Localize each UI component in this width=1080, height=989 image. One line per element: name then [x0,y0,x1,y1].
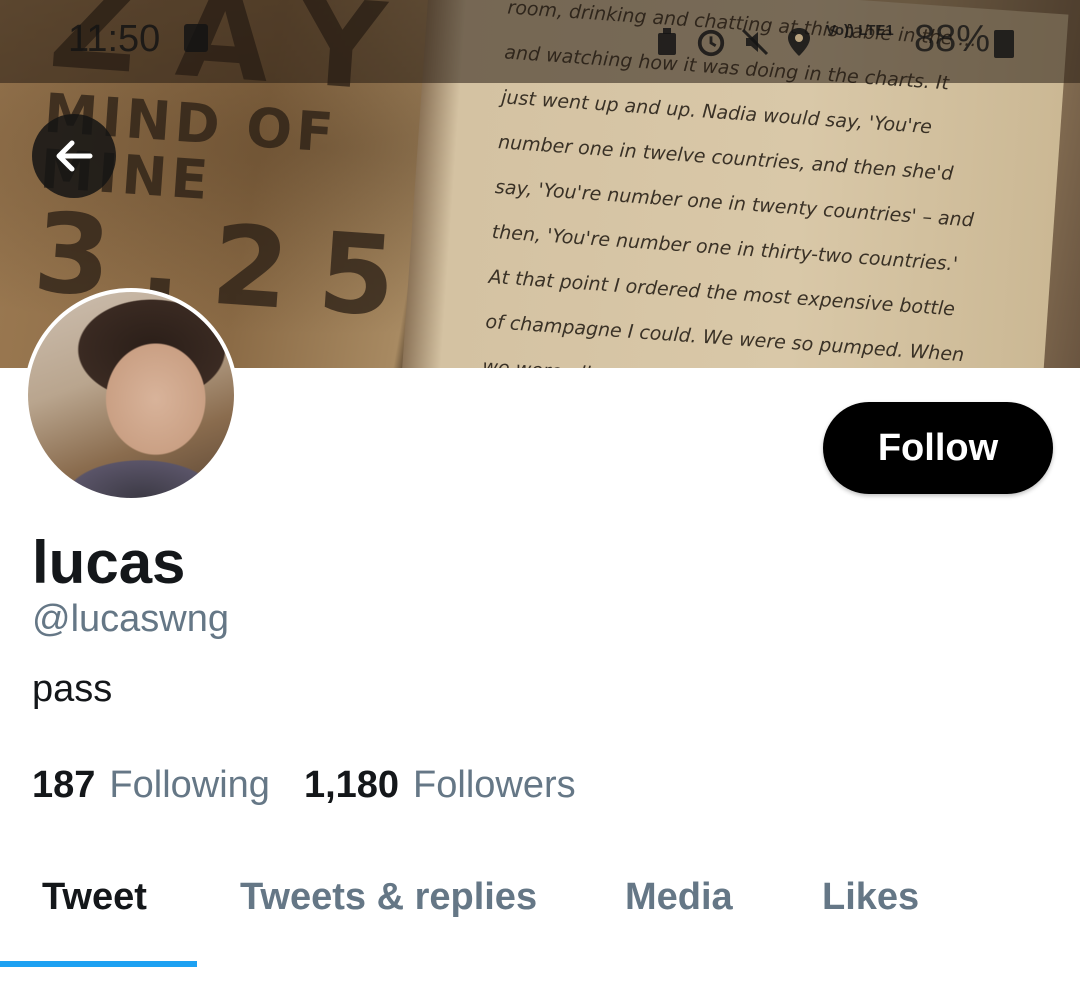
profile-stats: 187 Following 1,180 Followers [32,764,576,807]
follow-button[interactable]: Follow [823,402,1053,494]
following-link[interactable]: 187 Following [32,764,270,807]
avatar[interactable] [24,288,238,502]
mute-icon [740,26,770,58]
back-arrow-icon [56,140,93,172]
profile-handle: @lucaswng [32,598,229,640]
followers-label: Followers [413,764,576,806]
status-time: 11:50 [68,18,161,60]
battery-percentage: 88% [914,18,991,60]
battery-icon [994,30,1014,58]
tab-tweet[interactable]: Tweet [42,876,147,919]
avatar-photo [28,292,234,498]
active-tab-indicator [0,961,197,967]
upload-icon [652,26,682,58]
profile-tabs: Tweet Tweets & replies Media Likes [0,860,1080,970]
tab-likes[interactable]: Likes [822,876,919,919]
tab-tweets-replies[interactable]: Tweets & replies [240,876,537,919]
back-button[interactable] [32,114,116,198]
alarm-icon [696,26,726,58]
status-bar: 11:50 Vo)) LTE1 88% [0,0,1080,83]
following-label: Following [109,764,270,806]
status-icons [652,22,814,62]
followers-count: 1,180 [303,764,400,806]
message-icon [184,24,208,52]
location-icon [784,26,814,58]
following-count: 187 [32,764,96,806]
tab-media[interactable]: Media [625,876,733,919]
network-icon: Vo)) LTE1 [826,22,894,39]
followers-link[interactable]: 1,180 Followers [304,764,576,807]
profile-bio: pass [32,668,113,710]
profile-name: lucas [32,529,186,596]
